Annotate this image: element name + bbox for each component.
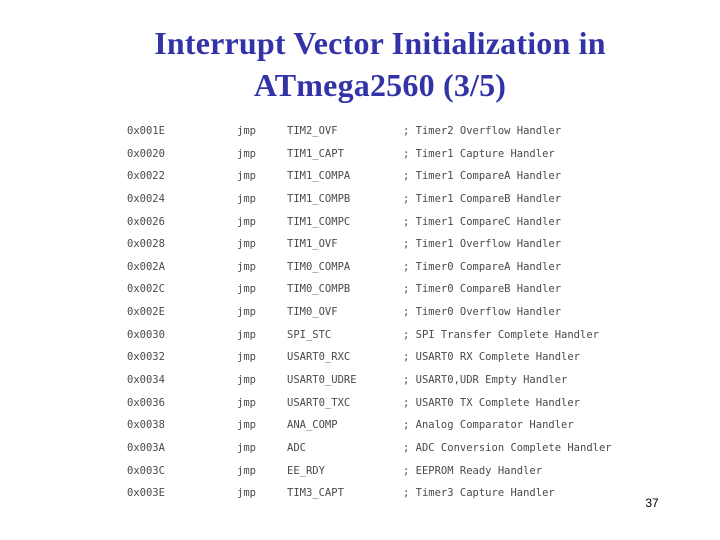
instruction: jmp: [237, 125, 256, 137]
code-row: 0x0032 jmp USART0_RXC ; USART0 RX Comple…: [127, 348, 617, 371]
code-row: 0x003A jmp ADC ; ADC Conversion Complete…: [127, 439, 617, 462]
instruction: jmp: [237, 374, 256, 387]
vector-address: 0x0028: [127, 238, 165, 251]
vector-address: 0x002C: [127, 283, 165, 296]
instruction: jmp: [237, 487, 256, 500]
instruction: jmp: [237, 419, 256, 432]
handler-label: ANA_COMP: [287, 419, 338, 432]
handler-label: TIM3_CAPT: [287, 487, 344, 500]
code-comment: ; Timer1 Capture Handler: [403, 147, 555, 160]
vector-address: 0x002A: [127, 260, 165, 273]
handler-label: TIM2_OVF: [287, 125, 338, 137]
vector-address: 0x0024: [127, 192, 165, 205]
handler-label: TIM0_COMPA: [287, 260, 351, 273]
instruction: jmp: [237, 396, 256, 409]
handler-label: TIM0_COMPB: [287, 283, 351, 296]
code-comment: ; Analog Comparator Handler: [403, 419, 574, 432]
code-row: 0x0036 jmp USART0_TXC ; USART0 TX Comple…: [127, 394, 617, 417]
instruction: jmp: [237, 238, 256, 251]
vector-address: 0x0026: [127, 215, 165, 228]
code-row: 0x002A jmp TIM0_COMPA ; Timer0 CompareA …: [127, 258, 617, 281]
code-comment: ; USART0 RX Complete Handler: [403, 351, 581, 364]
vector-address: 0x0036: [127, 396, 165, 409]
vector-address: 0x002E: [127, 306, 165, 319]
interrupt-vector-code-listing: 0x001E jmp TIM2_OVF ; Timer2 Overflow Ha…: [127, 122, 617, 507]
code-comment: ; Timer3 Capture Handler: [403, 487, 555, 500]
vector-address: 0x003E: [127, 487, 165, 500]
handler-label: EE_RDY: [287, 464, 325, 477]
slide-title: Interrupt Vector Initialization in ATmeg…: [0, 22, 720, 106]
code-comment: ; Timer0 CompareB Handler: [403, 283, 562, 296]
code-row: 0x0034 jmp USART0_UDRE ; USART0,UDR Empt…: [127, 371, 617, 394]
vector-address: 0x0022: [127, 170, 165, 183]
handler-label: TIM1_COMPA: [287, 170, 351, 183]
handler-label: TIM1_CAPT: [287, 147, 344, 160]
slide-title-line-2: ATmega2560 (3/5): [253, 67, 507, 103]
vector-address: 0x0038: [127, 419, 165, 432]
instruction: jmp: [237, 328, 256, 341]
instruction: jmp: [237, 260, 256, 273]
instruction: jmp: [237, 441, 256, 454]
handler-label: TIM1_COMPB: [287, 192, 351, 205]
vector-address: 0x0034: [127, 374, 165, 387]
instruction: jmp: [237, 147, 256, 160]
code-comment: ; USART0,UDR Empty Handler: [403, 374, 568, 387]
handler-label: USART0_TXC: [287, 396, 351, 409]
code-comment: ; Timer1 CompareC Handler: [403, 215, 562, 228]
code-row: 0x003C jmp EE_RDY ; EEPROM Ready Handler: [127, 462, 617, 485]
code-comment: ; Timer1 CompareB Handler: [403, 192, 562, 205]
code-row: 0x0038 jmp ANA_COMP ; Analog Comparator …: [127, 416, 617, 439]
vector-address: 0x001E: [127, 125, 165, 137]
code-row: 0x003E jmp TIM3_CAPT ; Timer3 Capture Ha…: [127, 484, 617, 507]
code-comment: ; Timer0 CompareA Handler: [403, 260, 562, 273]
vector-address: 0x003C: [127, 464, 165, 477]
handler-label: TIM1_COMPC: [287, 215, 351, 228]
code-comment: ; Timer1 Overflow Handler: [403, 238, 562, 251]
instruction: jmp: [237, 351, 256, 364]
handler-label: USART0_UDRE: [287, 374, 357, 387]
code-row: 0x002C jmp TIM0_COMPB ; Timer0 CompareB …: [127, 280, 617, 303]
code-comment: ; SPI Transfer Complete Handler: [403, 328, 599, 341]
code-row: 0x001E jmp TIM2_OVF ; Timer2 Overflow Ha…: [127, 122, 617, 145]
code-comment: ; EEPROM Ready Handler: [403, 464, 543, 477]
code-row: 0x0020 jmp TIM1_CAPT ; Timer1 Capture Ha…: [127, 145, 617, 168]
code-comment: ; Timer1 CompareA Handler: [403, 170, 562, 183]
code-comment: ; USART0 TX Complete Handler: [403, 396, 581, 409]
vector-address: 0x0032: [127, 351, 165, 364]
code-row: 0x0030 jmp SPI_STC ; SPI Transfer Comple…: [127, 326, 617, 349]
instruction: jmp: [237, 192, 256, 205]
instruction: jmp: [237, 306, 256, 319]
vector-address: 0x0020: [127, 147, 165, 160]
handler-label: TIM1_OVF: [287, 238, 338, 251]
code-row: 0x0022 jmp TIM1_COMPA ; Timer1 CompareA …: [127, 167, 617, 190]
vector-address: 0x0030: [127, 328, 165, 341]
code-row: 0x0024 jmp TIM1_COMPB ; Timer1 CompareB …: [127, 190, 617, 213]
instruction: jmp: [237, 215, 256, 228]
code-row: 0x002E jmp TIM0_OVF ; Timer0 Overflow Ha…: [127, 303, 617, 326]
page-number: 37: [645, 496, 659, 510]
vector-address: 0x003A: [127, 441, 165, 454]
code-comment: ; Timer2 Overflow Handler: [403, 125, 562, 137]
slide-title-line-1: Interrupt Vector Initialization in: [154, 25, 606, 61]
instruction: jmp: [237, 464, 256, 477]
instruction: jmp: [237, 283, 256, 296]
handler-label: SPI_STC: [287, 328, 332, 341]
handler-label: TIM0_OVF: [287, 306, 338, 319]
handler-label: ADC: [287, 441, 306, 454]
code-row: 0x0026 jmp TIM1_COMPC ; Timer1 CompareC …: [127, 213, 617, 236]
code-comment: ; ADC Conversion Complete Handler: [403, 441, 612, 454]
code-row: 0x0028 jmp TIM1_OVF ; Timer1 Overflow Ha…: [127, 235, 617, 258]
handler-label: USART0_RXC: [287, 351, 351, 364]
instruction: jmp: [237, 170, 256, 183]
code-comment: ; Timer0 Overflow Handler: [403, 306, 562, 319]
